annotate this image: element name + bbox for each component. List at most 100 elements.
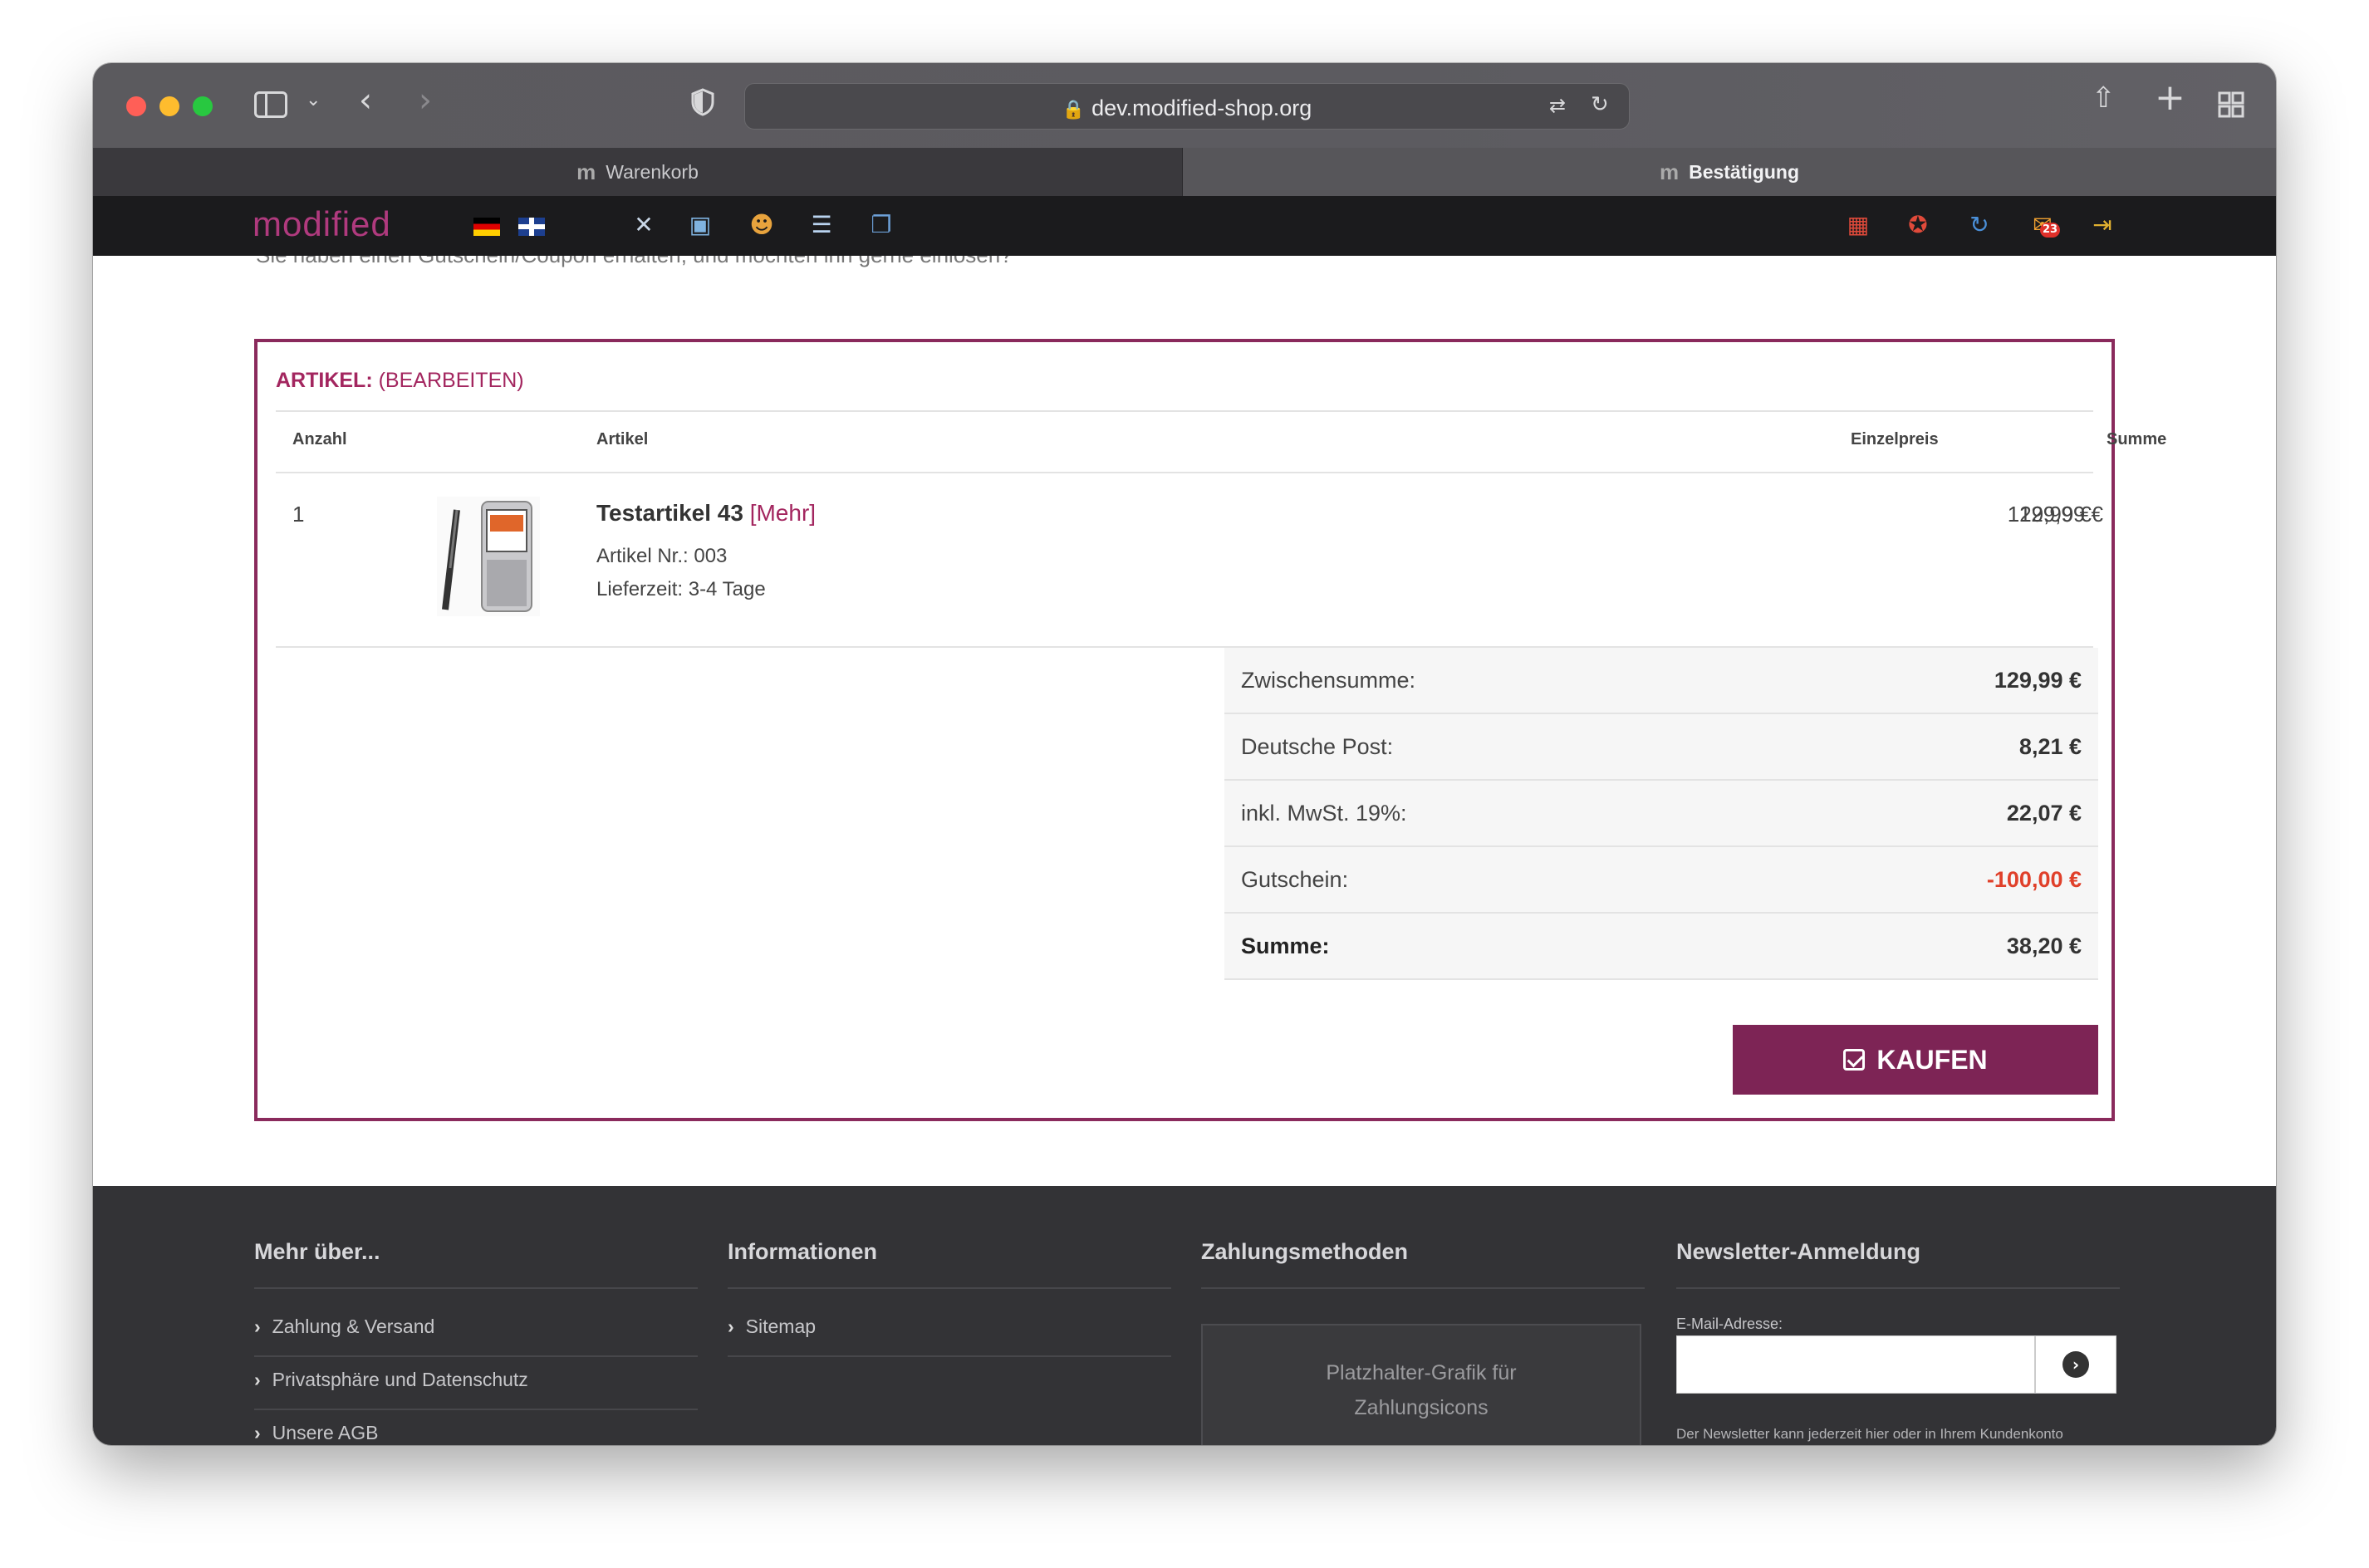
subtotal-label: Zwischensumme: <box>1241 667 1416 693</box>
translate-icon[interactable]: ⇄ <box>1549 94 1566 117</box>
column-header-unit-price: Einzelpreis <box>1851 430 1939 448</box>
customers-icon[interactable]: ☻ <box>748 211 776 239</box>
item-more-link[interactable]: [Mehr] <box>750 500 816 526</box>
footer-link-payment-shipping[interactable]: › Zahlung & Versand <box>254 1316 434 1338</box>
sidebar-toggle-icon[interactable] <box>254 91 287 118</box>
total-label: Summe: <box>1241 933 1330 958</box>
refresh-icon[interactable]: ↻ <box>1965 211 1994 239</box>
browser-toolbar: ⌄ ‹ › 🔒 dev.modified-shop.org ⇄ ↻ ⇧ + <box>93 63 2276 148</box>
cart-box: ARTIKEL: (BEARBEITEN) Anzahl Artikel Ein… <box>254 339 2166 1121</box>
calendar-icon[interactable]: ▦ <box>1844 211 1872 239</box>
browser-window: ⌄ ‹ › 🔒 dev.modified-shop.org ⇄ ↻ ⇧ + m W… <box>93 63 2276 1445</box>
chevron-right-icon: › <box>728 1316 734 1337</box>
coupon-label: Gutschein: <box>1241 866 1349 892</box>
footer-link-privacy[interactable]: › Privatsphäre und Datenschutz <box>254 1369 528 1391</box>
email-label: E-Mail-Adresse: <box>1676 1316 1783 1332</box>
shipping-label: Deutsche Post: <box>1241 733 1394 759</box>
divider <box>1676 1287 2120 1289</box>
divider <box>728 1287 1171 1289</box>
page-content: Sie haben einen Gutschein/Coupon erhalte… <box>93 256 2276 1219</box>
share-icon[interactable]: ⇧ <box>2092 81 2116 115</box>
divider <box>254 1287 698 1289</box>
divider <box>1201 1287 1645 1289</box>
arrow-right-icon: › <box>2062 1351 2089 1378</box>
tax-row: inkl. MwSt. 19%: 22,07 € <box>1224 781 2098 847</box>
favicon-icon: m <box>576 159 596 184</box>
tab-bestaetigung[interactable]: m Bestätigung <box>1183 148 2276 196</box>
forward-arrow-icon[interactable]: › <box>419 81 432 120</box>
edit-cart-link[interactable]: (BEARBEITEN) <box>379 369 524 392</box>
placeholder-line-2: Zahlungsicons <box>1354 1396 1489 1419</box>
support-icon[interactable]: ✪ <box>1904 211 1932 239</box>
divider <box>728 1355 1171 1357</box>
footer-link-sitemap[interactable]: › Sitemap <box>728 1316 816 1338</box>
footer-heading-newsletter: Newsletter-Anmeldung <box>1676 1239 1921 1264</box>
column-header-article: Artikel <box>596 430 649 448</box>
buy-button-label: KAUFEN <box>1876 1044 1988 1075</box>
footer: Mehr über... › Zahlung & Versand › Privats… <box>93 1186 2276 1445</box>
newsletter-submit-button[interactable]: › <box>2035 1335 2116 1394</box>
footer-heading-more: Mehr über... <box>254 1239 380 1264</box>
close-window-button[interactable] <box>126 96 146 116</box>
address-bar[interactable]: 🔒 dev.modified-shop.org ⇄ ↻ <box>744 83 1630 130</box>
divider <box>276 472 2093 473</box>
coupon-row: Gutschein: -100,00 € <box>1224 847 2098 914</box>
tab-strip: m Warenkorb m Bestätigung <box>93 148 2276 196</box>
address-bar-text: 🔒 dev.modified-shop.org <box>1062 96 1312 120</box>
product-image[interactable] <box>432 493 543 620</box>
divider <box>254 1355 698 1357</box>
cart-heading-label: ARTIKEL: <box>276 369 373 392</box>
notifications-icon[interactable]: ✉23 <box>2028 211 2061 239</box>
order-totals: Zwischensumme: 129,99 € Deutsche Post: 8… <box>1224 648 2098 980</box>
item-sum: 129,99 € <box>2007 502 2092 527</box>
item-title-line: Testartikel 43 [Mehr] <box>596 500 816 527</box>
back-arrow-icon[interactable]: ‹ <box>359 81 372 120</box>
payment-icons-placeholder: Platzhalter-Grafik für Zahlungsicons <box>1201 1324 1641 1445</box>
tab-overview-icon[interactable] <box>2218 91 2244 118</box>
column-header-qty: Anzahl <box>292 430 347 448</box>
shipping-row: Deutsche Post: 8,21 € <box>1224 714 2098 781</box>
item-qty: 1 <box>292 502 305 527</box>
newsletter-email-input[interactable] <box>1676 1335 2035 1394</box>
logout-icon[interactable]: ⇥ <box>2088 211 2116 239</box>
tax-label: inkl. MwSt. 19%: <box>1241 800 1407 826</box>
coupon-hint-text: Sie haben einen Gutschein/Coupon erhalte… <box>256 256 1013 268</box>
item-delivery-time: Lieferzeit: 3-4 Tage <box>596 578 766 600</box>
notification-badge: 23 <box>2040 223 2061 238</box>
checkbox-icon <box>1843 1049 1866 1071</box>
total-row: Summe: 38,20 € <box>1224 914 2098 980</box>
total-value: 38,20 € <box>2006 933 2082 958</box>
divider <box>276 410 2093 412</box>
placeholder-line-1: Platzhalter-Grafik für <box>1326 1361 1517 1384</box>
shield-icon[interactable] <box>691 88 714 116</box>
tools-icon[interactable]: ✕ <box>630 211 658 239</box>
zoom-window-button[interactable] <box>193 96 213 116</box>
subtotal-row: Zwischensumme: 129,99 € <box>1224 648 2098 714</box>
german-flag-icon[interactable] <box>473 218 500 236</box>
chevron-right-icon: › <box>254 1422 261 1443</box>
minimize-window-button[interactable] <box>159 96 179 116</box>
cart-heading: ARTIKEL: (BEARBEITEN) <box>276 369 524 393</box>
basket-icon[interactable]: ▣ <box>686 211 714 239</box>
favicon-icon: m <box>1659 159 1680 184</box>
reload-icon[interactable]: ↻ <box>1591 92 1609 117</box>
english-flag-icon[interactable] <box>518 218 545 236</box>
new-tab-icon[interactable]: + <box>2155 76 2185 119</box>
divider <box>254 1409 698 1410</box>
admin-bar: modified ✕ ▣ ☻ ☰ ❐ ▦ ✪ ↻ ✉23 ⇥ <box>93 196 2276 256</box>
list-icon[interactable]: ☰ <box>807 211 836 239</box>
newsletter-note: Der Newsletter kann jederzeit hier oder … <box>1676 1426 2063 1442</box>
documents-icon[interactable]: ❐ <box>867 211 895 239</box>
coupon-value: -100,00 € <box>1986 866 2082 892</box>
buy-button[interactable]: KAUFEN <box>1733 1025 2098 1095</box>
subtotal-value: 129,99 € <box>1994 667 2082 693</box>
chevron-right-icon: › <box>254 1316 261 1337</box>
item-article-no: Artikel Nr.: 003 <box>596 545 728 567</box>
column-header-sum: Summe <box>2107 430 2167 448</box>
footer-link-terms[interactable]: › Unsere AGB <box>254 1422 379 1444</box>
item-title[interactable]: Testartikel 43 <box>596 500 743 526</box>
chevron-down-icon[interactable]: ⌄ <box>306 90 321 110</box>
modified-logo[interactable]: modified <box>253 204 391 244</box>
tab-warenkorb[interactable]: m Warenkorb <box>93 148 1183 196</box>
shipping-value: 8,21 € <box>2018 733 2082 759</box>
